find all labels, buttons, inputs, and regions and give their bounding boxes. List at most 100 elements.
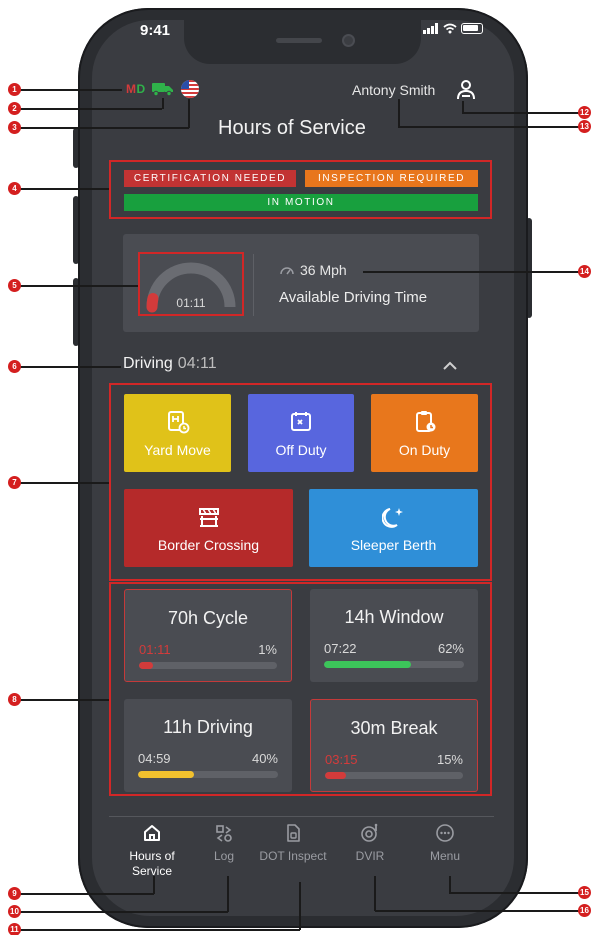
timer-percent: 40% xyxy=(251,751,278,766)
callout-marker: 15 xyxy=(578,886,591,899)
sleeper-berth-icon xyxy=(381,508,403,528)
callout-marker: 11 xyxy=(8,923,21,935)
timer-card-70h-cycle[interactable]: 70h Cycle 01:11 1% xyxy=(124,589,292,682)
callout-line xyxy=(14,127,189,129)
nav-menu[interactable]: Menu xyxy=(410,823,480,864)
nav-dvir[interactable]: DVIR xyxy=(335,823,405,864)
callout-line xyxy=(14,285,138,287)
home-icon xyxy=(144,825,160,841)
border-crossing-label: Border Crossing xyxy=(157,537,260,553)
callout-marker: 1 xyxy=(8,83,21,96)
front-camera xyxy=(342,34,355,47)
timer-progress-fill xyxy=(324,661,411,668)
card-divider xyxy=(253,254,254,316)
timer-title: 30m Break xyxy=(350,718,438,738)
callout-marker: 10 xyxy=(8,905,21,918)
timer-title: 70h Cycle xyxy=(167,608,249,628)
callout-line xyxy=(363,271,582,273)
callout-line xyxy=(14,929,300,931)
sleeper-berth-button[interactable]: Sleeper Berth xyxy=(309,489,478,567)
driver-name[interactable]: Antony Smith xyxy=(352,82,435,98)
on-duty-button[interactable]: On Duty xyxy=(371,394,478,472)
callout-line xyxy=(162,98,164,109)
callout-line xyxy=(449,876,451,893)
timer-card-30m-break[interactable]: 30m Break 03:15 15% xyxy=(310,699,478,792)
driving-time-gauge: 01:11 xyxy=(146,262,236,313)
diagnostic-letter: D xyxy=(136,82,146,96)
timer-time: 03:15 xyxy=(325,752,358,767)
gauge-fill xyxy=(146,292,159,313)
callout-line xyxy=(375,910,582,912)
timer-card-14h-window[interactable]: 14h Window 07:22 62% xyxy=(310,589,478,682)
timer-progress-track xyxy=(138,771,278,778)
callout-line xyxy=(449,892,582,894)
callout-line xyxy=(14,482,109,484)
malfunction-diagnostic-indicator[interactable]: MD xyxy=(126,82,146,96)
timer-time: 07:22 xyxy=(324,641,357,656)
nav-label: Log xyxy=(213,849,235,863)
on-duty-label: On Duty xyxy=(398,442,451,458)
callout-line xyxy=(14,911,228,913)
callout-line xyxy=(462,112,582,114)
callout-marker: 7 xyxy=(8,476,21,489)
callout-marker: 5 xyxy=(8,279,21,292)
callout-marker: 4 xyxy=(8,182,21,195)
timer-progress-track xyxy=(324,661,464,668)
off-duty-icon xyxy=(291,412,311,431)
yard-move-button[interactable]: Yard Move xyxy=(124,394,231,472)
inspection-required-badge[interactable]: INSPECTION REQUIRED xyxy=(305,170,478,187)
timer-title: 14h Window xyxy=(344,607,444,627)
callout-marker: 12 xyxy=(578,106,591,119)
certification-needed-badge[interactable]: CERTIFICATION NEEDED xyxy=(124,170,296,187)
callout-line xyxy=(227,876,229,912)
current-status-row[interactable]: Driving 04:11 xyxy=(123,355,217,373)
on-duty-icon xyxy=(415,411,435,432)
driver-profile-icon[interactable] xyxy=(456,79,476,101)
yard-move-label: Yard Move xyxy=(144,442,211,458)
nav-dot-inspect[interactable]: DOT Inspect xyxy=(258,823,328,864)
timer-percent: 1% xyxy=(258,642,277,657)
callout-line xyxy=(14,699,109,701)
callout-line xyxy=(14,108,162,110)
page-title: Hours of Service xyxy=(218,117,366,139)
dvir-icon xyxy=(361,823,378,842)
phone-notch xyxy=(184,20,421,64)
us-flag-icon[interactable] xyxy=(181,80,199,98)
callout-line xyxy=(398,99,400,127)
malfunction-letter: M xyxy=(126,82,137,96)
callout-line xyxy=(462,101,464,113)
status-time: 9:41 xyxy=(140,22,171,39)
border-crossing-icon xyxy=(198,508,219,527)
gauge-time: 01:11 xyxy=(176,296,205,310)
speaker-grille xyxy=(276,38,322,43)
nav-log[interactable]: Log xyxy=(189,823,259,864)
timer-percent: 62% xyxy=(437,641,464,656)
callout-marker: 6 xyxy=(8,360,21,373)
timer-progress-fill xyxy=(138,771,194,778)
nav-hours-of-service[interactable]: Hours of Service xyxy=(117,823,187,879)
nav-label: DOT Inspect xyxy=(259,849,327,863)
callout-marker: 2 xyxy=(8,102,21,115)
callout-marker: 8 xyxy=(8,693,21,706)
callout-marker: 13 xyxy=(578,120,591,133)
callout-line xyxy=(374,876,376,911)
callout-line xyxy=(398,126,582,128)
current-speed: 36 Mph xyxy=(300,262,347,278)
signal-icon xyxy=(423,23,438,34)
current-status-time: 04:11 xyxy=(177,355,217,372)
off-duty-button[interactable]: Off Duty xyxy=(248,394,354,472)
callout-line xyxy=(153,876,155,894)
callout-line xyxy=(14,188,109,190)
chevron-up-icon[interactable] xyxy=(443,361,457,370)
timer-title: 11h Driving xyxy=(163,717,253,737)
border-crossing-button[interactable]: Border Crossing xyxy=(124,489,293,567)
callout-line xyxy=(14,893,154,895)
timer-card-11h-driving[interactable]: 11h Driving 04:59 40% xyxy=(124,699,292,792)
truck-icon[interactable] xyxy=(152,82,174,96)
menu-icon xyxy=(436,824,454,842)
wifi-icon xyxy=(443,23,457,34)
nav-label: Menu xyxy=(429,849,461,863)
callout-line xyxy=(14,89,122,91)
log-icon xyxy=(216,825,232,842)
available-driving-time-label: Available Driving Time xyxy=(279,289,428,306)
